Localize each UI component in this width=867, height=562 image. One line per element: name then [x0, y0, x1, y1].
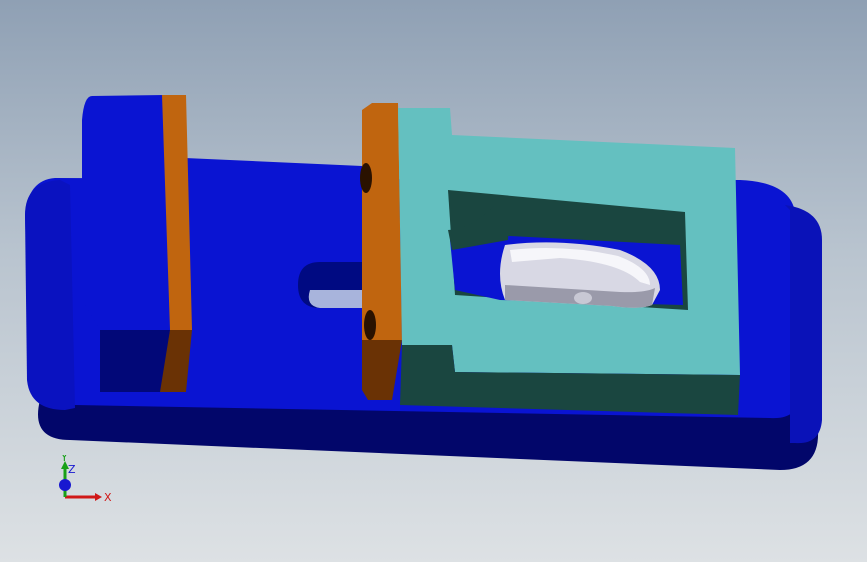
z-axis-dot [59, 479, 71, 491]
z-axis-label: Z [68, 463, 76, 476]
base-right-tab[interactable] [785, 205, 822, 444]
base-left-tab[interactable] [25, 180, 75, 410]
x-arrowhead [95, 493, 102, 501]
x-axis-label: X [104, 491, 112, 504]
fixed-jaw-block[interactable] [82, 95, 170, 330]
screw-hole-top[interactable] [360, 163, 372, 193]
guide-slot-face [308, 290, 362, 308]
y-axis-label: Y [60, 455, 68, 464]
graphics-viewport[interactable]: X Y Z [0, 0, 867, 562]
3d-model-view[interactable] [0, 0, 867, 562]
screw-hole-bottom[interactable] [364, 310, 376, 340]
pipe-stub[interactable] [574, 292, 592, 304]
coordinate-triad: X Y Z [59, 455, 112, 504]
fixed-jaw-block-shadow [100, 330, 170, 392]
